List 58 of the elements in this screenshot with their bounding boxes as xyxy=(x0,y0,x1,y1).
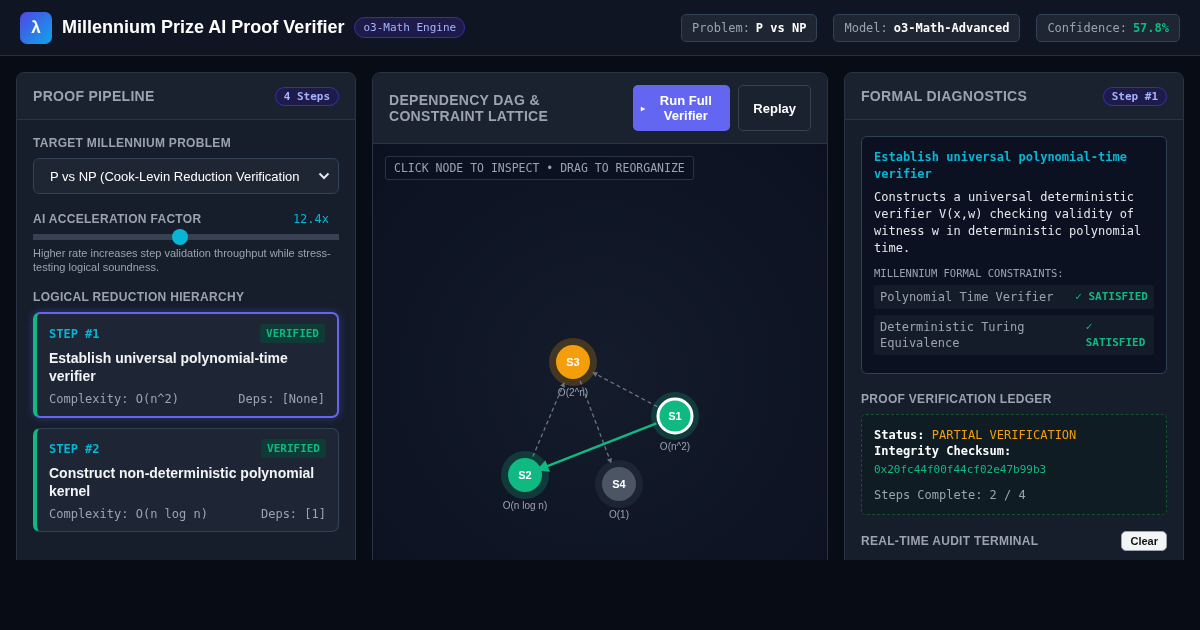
stat-value: 57.8% xyxy=(1132,20,1169,35)
constraints-label: MILLENNIUM FORMAL CONSTRAINTS: xyxy=(874,267,1065,279)
stat-label: Model: xyxy=(844,20,888,35)
stat-value: P vs NP xyxy=(755,20,807,35)
status-value: PARTIAL VERIFICATION xyxy=(931,428,1077,442)
chevron-icon xyxy=(318,172,330,180)
checksum-value: 0x20fc44f00f44cf02e47b99b3 xyxy=(874,463,1048,476)
section-label: REAL-TIME AUDIT TERMINAL xyxy=(861,534,1039,548)
complexity-label: O(n^2) xyxy=(659,441,691,452)
complexity-label: O(n log n) xyxy=(502,500,548,511)
slider-reading: 12.4x xyxy=(292,212,329,226)
logo-icon: λ xyxy=(20,11,52,44)
step-number: STEP #2 xyxy=(49,441,100,456)
section-label: LOGICAL REDUCTION HIERARCHY xyxy=(33,290,246,304)
deps-text: Deps: [None] xyxy=(238,392,325,406)
field-label: TARGET MILLENNIUM PROBLEM xyxy=(33,136,232,150)
step-card[interactable]: STEP #2 VERIFIED Construct non-deterministic polynomial kernel Complexity: O(n log n) Deps: [1] xyxy=(33,428,339,532)
status-badge: VERIFIED xyxy=(261,439,326,458)
graph-node[interactable]: S4 xyxy=(595,460,643,508)
field-label: AI ACCELERATION FACTOR xyxy=(33,212,202,226)
deps-text: Deps: [1] xyxy=(260,507,326,521)
ledger-label: Status: xyxy=(874,428,925,442)
steps-complete: Steps Complete: 2 / 4 xyxy=(874,488,1027,502)
engine-badge: o3-Math Engine xyxy=(354,17,466,38)
play-icon: ▸ xyxy=(641,100,646,116)
complexity-label: O(1) xyxy=(609,509,629,520)
steps-badge: 4 Steps xyxy=(274,86,339,106)
complexity-label: O(2^n) xyxy=(557,387,589,398)
step-number: STEP #1 xyxy=(49,326,100,341)
section-label: PROOF VERIFICATION LEDGER xyxy=(861,392,1053,406)
stat-value: o3-Math-Advanced xyxy=(893,20,1010,35)
replay-button[interactable]: Replay xyxy=(738,85,811,131)
detail-description: Constructs a universal deterministic verifier V(x,w) checking validity of witness w in deterministic polynomial time. xyxy=(874,189,1143,257)
slider-hint: Higher rate increases step validation throughput while stress-testing logical soundness. xyxy=(33,246,332,274)
ledger-label: Integrity Checksum: xyxy=(874,444,1012,458)
problem-select[interactable]: P vs NP (Cook-Levin Reduction Verification xyxy=(33,158,339,194)
detail-title: Establish universal polynomial-time verifier xyxy=(874,149,1128,183)
step-title: Construct non-deterministic polynomial kernel xyxy=(49,464,316,500)
status-badge: VERIFIED xyxy=(260,324,325,343)
app-title: Millennium Prize AI Proof Verifier xyxy=(62,17,345,38)
constraint-name: Polynomial Time Verifier xyxy=(880,289,1054,305)
stat-label: Confidence: xyxy=(1047,20,1127,35)
constraint-result: ✓ SATISFIED xyxy=(1085,319,1147,351)
panel-title: DEPENDENCY DAG & CONSTRAINT LATTICE xyxy=(389,92,550,124)
constraint-result: ✓ SATISFIED xyxy=(1075,289,1148,305)
complexity-text: Complexity: O(n log n) xyxy=(49,507,208,521)
slider-thumb[interactable] xyxy=(171,229,188,245)
complexity-text: Complexity: O(n^2) xyxy=(49,392,180,406)
canvas-hint: CLICK NODE TO INSPECT • DRAG TO REORGANIZE xyxy=(385,156,694,180)
clear-button[interactable]: Clear xyxy=(1121,531,1167,551)
step-badge: Step #1 xyxy=(1102,86,1167,106)
constraint-name: Deterministic Turing Equivalence xyxy=(880,319,1026,351)
panel-title: FORMAL DIAGNOSTICS xyxy=(861,88,1028,104)
step-title: Establish universal polynomial-time verifier xyxy=(49,349,289,385)
step-card[interactable]: STEP #1 VERIFIED Establish universal polynomial-time verifier Complexity: O(n^2) Deps: [None] xyxy=(33,312,339,418)
run-verifier-button[interactable]: ▸ Run Full Verifier xyxy=(633,85,731,131)
stat-label: Problem: xyxy=(692,20,750,35)
panel-title: PROOF PIPELINE xyxy=(33,88,155,104)
